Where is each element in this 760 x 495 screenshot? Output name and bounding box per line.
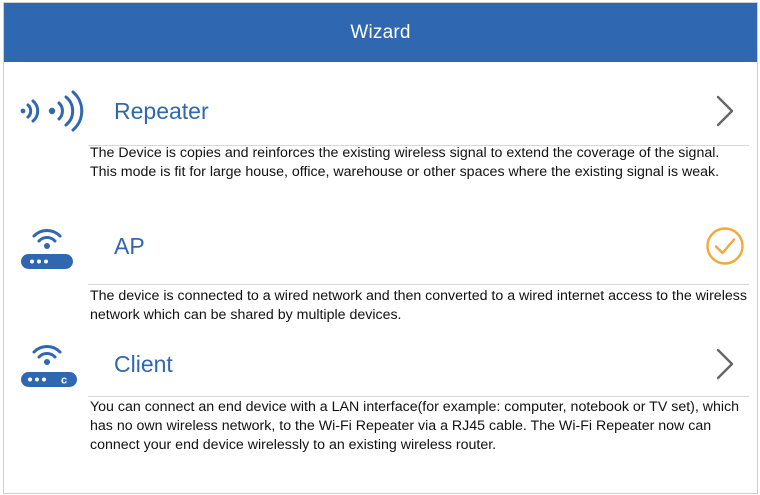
option-repeater[interactable]: Repeater <box>4 83 757 139</box>
repeater-signal-icon <box>15 83 87 139</box>
router-client-icon: c <box>15 336 87 392</box>
option-description-client: You can connect an end device with a LAN… <box>90 399 740 453</box>
check-circle-icon[interactable] <box>705 218 745 274</box>
option-title-ap: AP <box>114 233 145 259</box>
divider <box>88 396 749 397</box>
router-wifi-icon <box>15 218 87 274</box>
option-description-repeater: The Device is copies and reinforces the … <box>90 145 720 180</box>
page-title: Wizard <box>350 21 411 43</box>
router-badge-letter: c <box>61 375 67 387</box>
chevron-right-icon[interactable] <box>705 336 745 392</box>
wizard-window: Wizard Repeater The Device is copies and… <box>3 2 758 494</box>
chevron-right-icon[interactable] <box>705 83 745 139</box>
option-title-client: Client <box>114 351 173 377</box>
option-title-repeater: Repeater <box>114 98 209 124</box>
wizard-header: Wizard <box>4 3 757 62</box>
divider <box>88 284 749 285</box>
option-description-ap: The device is connected to a wired netwo… <box>90 288 747 323</box>
option-client[interactable]: c Client <box>4 336 757 392</box>
option-ap[interactable]: AP <box>4 218 757 274</box>
